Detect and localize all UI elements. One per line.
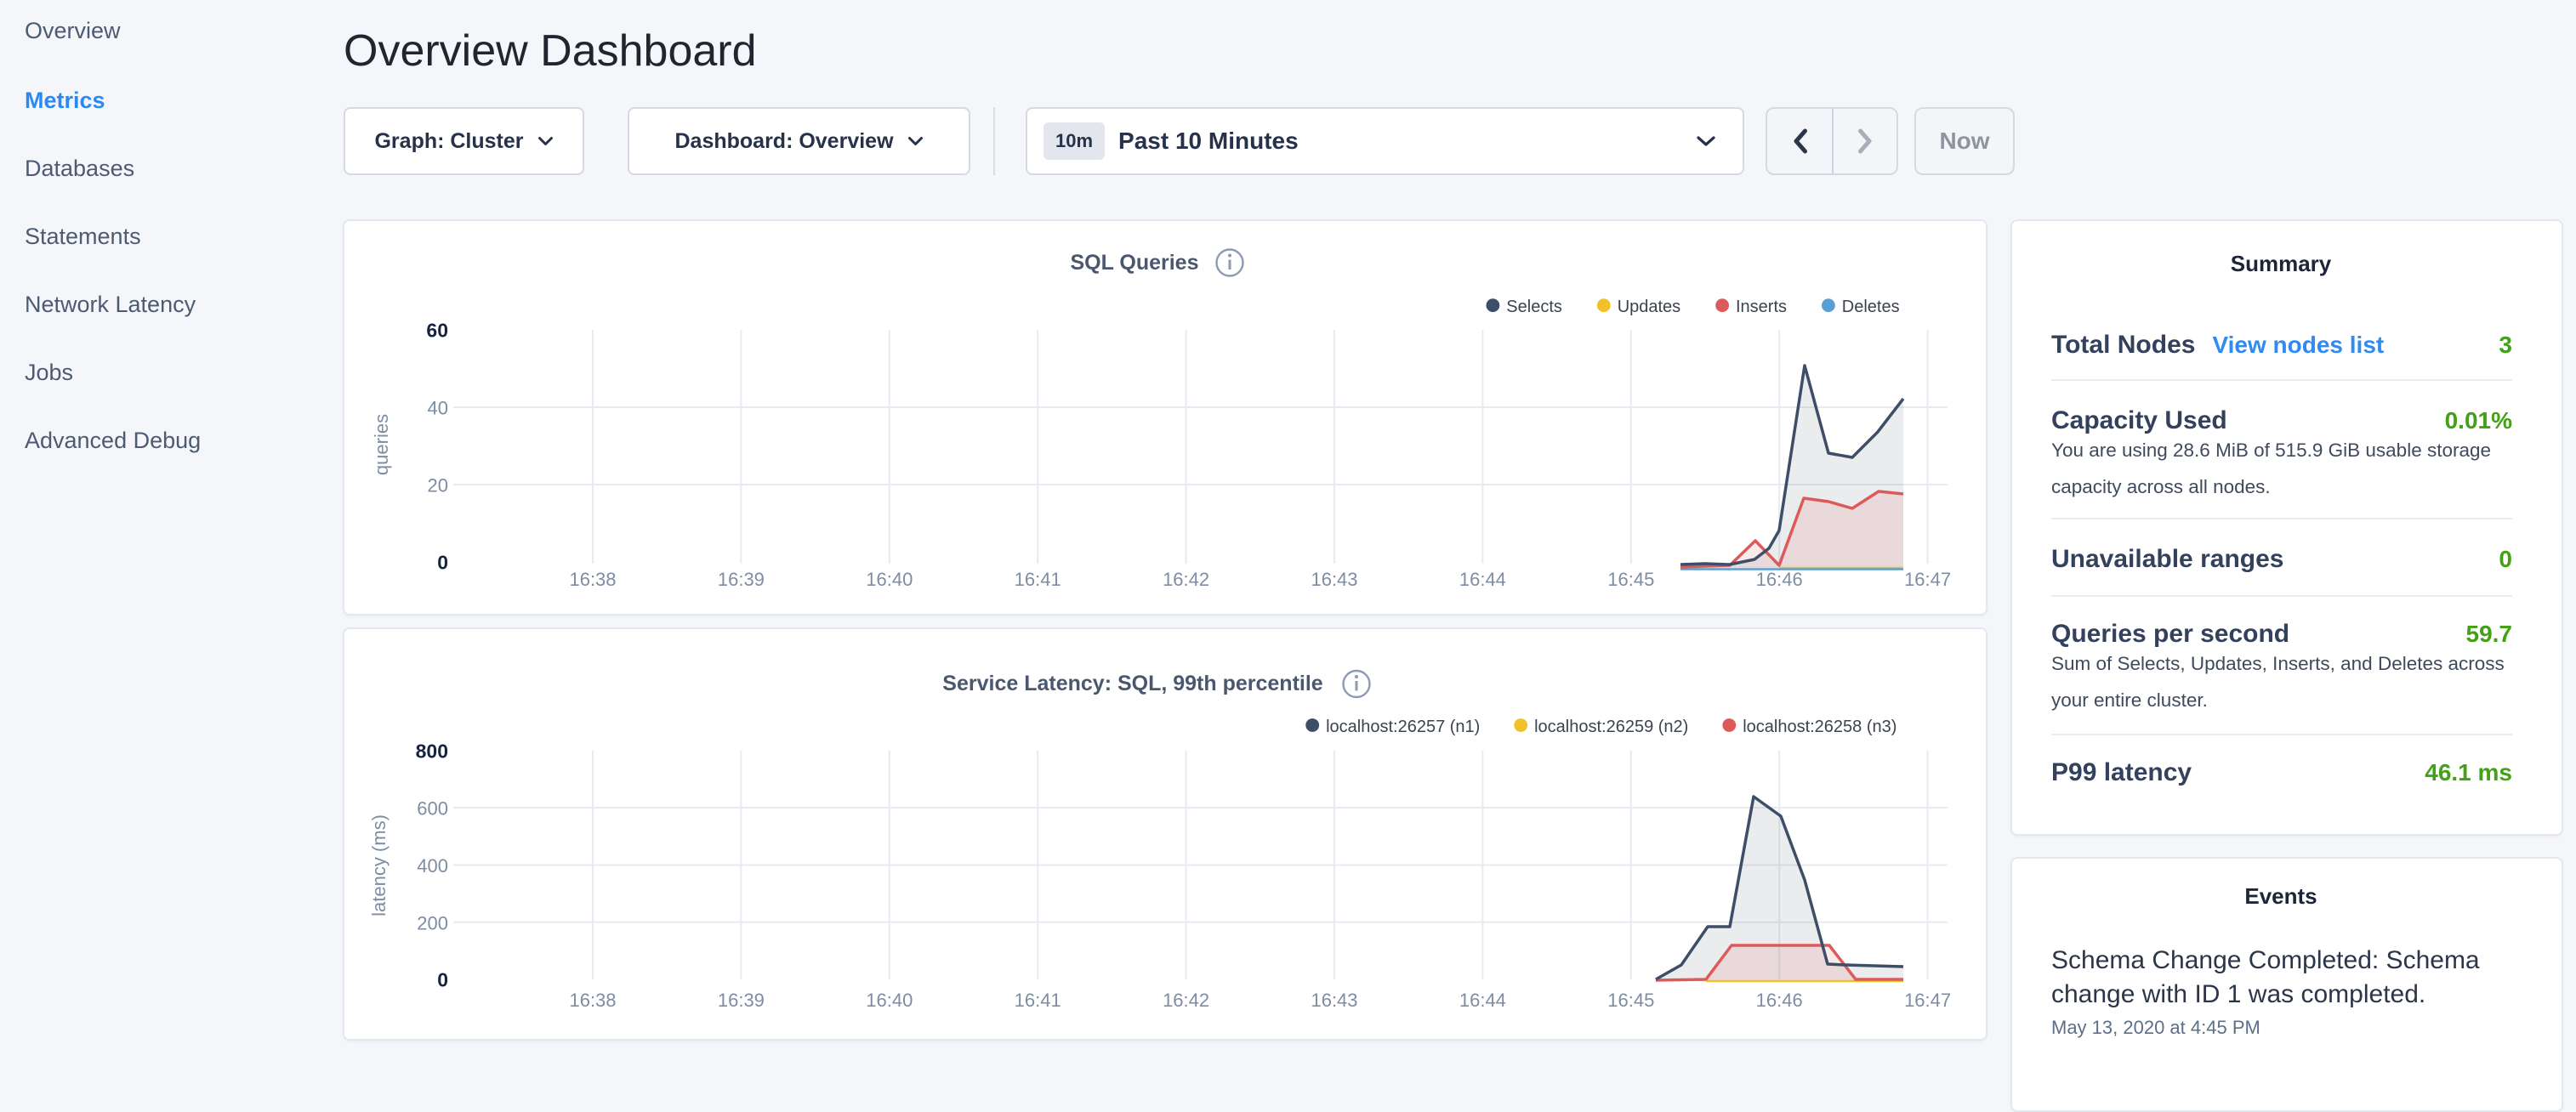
svg-text:Inserts: Inserts xyxy=(1736,298,1787,316)
svg-text:16:43: 16:43 xyxy=(1311,990,1357,1011)
svg-text:Selects: Selects xyxy=(1506,298,1562,316)
svg-text:16:46: 16:46 xyxy=(1756,569,1803,590)
svg-text:60: 60 xyxy=(426,320,448,342)
svg-text:16:44: 16:44 xyxy=(1459,569,1506,590)
svg-text:0: 0 xyxy=(437,552,448,574)
svg-text:16:41: 16:41 xyxy=(1015,990,1061,1011)
svg-text:800: 800 xyxy=(416,740,448,763)
svg-text:Deletes: Deletes xyxy=(1842,298,1900,316)
svg-text:Service Latency: SQL, 99th per: Service Latency: SQL, 99th percentile xyxy=(942,672,1322,695)
svg-text:20: 20 xyxy=(428,475,448,496)
svg-text:16:42: 16:42 xyxy=(1163,990,1209,1011)
svg-text:16:47: 16:47 xyxy=(1904,569,1951,590)
svg-text:16:41: 16:41 xyxy=(1015,569,1061,590)
svg-text:16:40: 16:40 xyxy=(866,990,913,1011)
svg-text:16:38: 16:38 xyxy=(569,990,616,1011)
svg-text:600: 600 xyxy=(417,798,448,820)
svg-text:16:43: 16:43 xyxy=(1311,569,1357,590)
svg-text:localhost:26258 (n3): localhost:26258 (n3) xyxy=(1743,718,1896,736)
svg-text:200: 200 xyxy=(417,912,448,933)
svg-text:16:42: 16:42 xyxy=(1163,569,1209,590)
svg-text:Updates: Updates xyxy=(1618,298,1681,316)
svg-text:16:39: 16:39 xyxy=(718,990,765,1011)
svg-text:16:39: 16:39 xyxy=(718,569,765,590)
svg-text:queries: queries xyxy=(371,414,392,475)
svg-text:16:45: 16:45 xyxy=(1607,569,1654,590)
svg-text:0: 0 xyxy=(437,969,448,991)
svg-text:16:47: 16:47 xyxy=(1904,990,1951,1011)
svg-text:16:40: 16:40 xyxy=(866,569,913,590)
svg-text:latency (ms): latency (ms) xyxy=(368,814,390,916)
svg-text:16:44: 16:44 xyxy=(1459,990,1506,1011)
svg-text:16:46: 16:46 xyxy=(1756,990,1803,1011)
svg-text:400: 400 xyxy=(417,855,448,877)
svg-text:16:38: 16:38 xyxy=(569,569,616,590)
svg-text:localhost:26257 (n1): localhost:26257 (n1) xyxy=(1326,718,1480,736)
svg-text:16:45: 16:45 xyxy=(1607,990,1654,1011)
svg-text:SQL Queries: SQL Queries xyxy=(1071,251,1199,275)
svg-text:40: 40 xyxy=(428,398,448,419)
svg-text:localhost:26259 (n2): localhost:26259 (n2) xyxy=(1534,718,1688,736)
